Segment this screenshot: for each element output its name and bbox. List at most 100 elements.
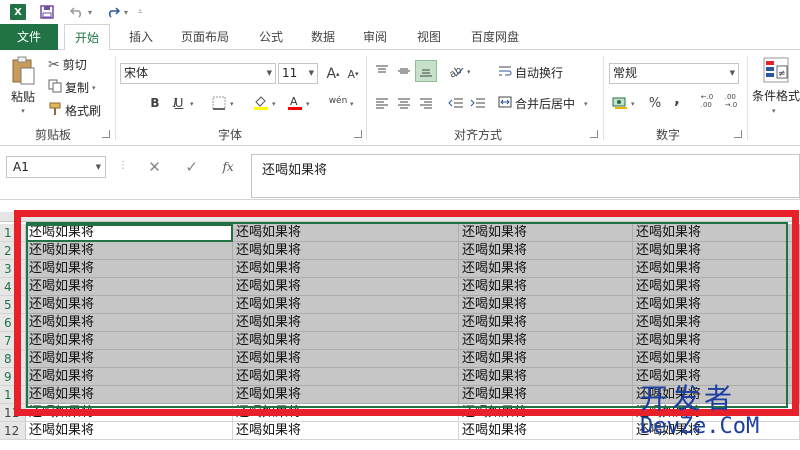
tab-review[interactable]: 审阅 <box>352 24 398 50</box>
sheet-cell[interactable]: 还喝如果将 <box>233 314 459 332</box>
undo-dropdown-icon[interactable]: ▾ <box>88 8 92 17</box>
sheet-cell[interactable]: 还喝如果将 <box>633 260 800 278</box>
tab-view[interactable]: 视图 <box>406 24 452 50</box>
save-icon[interactable] <box>38 3 56 21</box>
copy-button[interactable]: 复制 ▾ <box>48 79 96 96</box>
sheet-cell[interactable]: 还喝如果将 <box>633 278 800 296</box>
sheet-cell[interactable]: 还喝如果将 <box>459 422 633 440</box>
sheet-cell[interactable]: 还喝如果将 <box>233 296 459 314</box>
confirm-entry-icon[interactable]: ✓ <box>185 158 198 176</box>
orientation-dropdown-icon[interactable]: ▾ <box>467 68 471 76</box>
align-center-icon[interactable] <box>395 94 413 112</box>
worksheet-grid[interactable]: 1 还喝如果将 还喝如果将 还喝如果将 还喝如果将 2 还喝如果将 还喝如果将 还喝如果将 还喝如… <box>0 200 800 450</box>
cancel-entry-icon[interactable]: ✕ <box>148 158 161 176</box>
phonetic-dropdown-icon[interactable]: ▾ <box>350 100 354 108</box>
sheet-cell[interactable]: 还喝如果将 <box>26 242 233 260</box>
alignment-dialog-launcher-icon[interactable] <box>590 130 598 138</box>
sheet-cell[interactable]: 还喝如果将 <box>633 296 800 314</box>
sheet-cell[interactable]: 还喝如果将 <box>459 314 633 332</box>
sheet-cell[interactable]: 还喝如果将 <box>459 350 633 368</box>
borders-icon[interactable] <box>210 94 228 112</box>
formula-bar-grip-icon[interactable]: ⋮ <box>118 160 128 171</box>
sheet-cell[interactable]: 还喝如果将 <box>26 404 233 422</box>
sheet-cell[interactable]: 还喝如果将 <box>233 260 459 278</box>
sheet-cell[interactable]: 还喝如果将 <box>459 386 633 404</box>
select-all-corner[interactable] <box>0 212 26 222</box>
sheet-cell[interactable]: 还喝如果将 <box>26 386 233 404</box>
row-number[interactable]: 2 <box>0 242 26 260</box>
sheet-cell[interactable]: 还喝如果将 <box>26 368 233 386</box>
tab-file[interactable]: 文件 <box>0 24 58 50</box>
sheet-cell[interactable]: 还喝如果将 <box>633 386 800 404</box>
sheet-cell[interactable]: 还喝如果将 <box>233 386 459 404</box>
increase-indent-icon[interactable] <box>469 94 487 112</box>
conditional-formatting-dropdown-icon[interactable]: ▾ <box>772 107 776 115</box>
wrap-text-button[interactable]: 自动换行 <box>498 64 563 81</box>
sheet-cell[interactable]: 还喝如果将 <box>633 314 800 332</box>
fill-color-icon[interactable] <box>252 93 270 111</box>
bold-button[interactable]: B <box>146 94 164 112</box>
format-painter-button[interactable]: 格式刷 <box>48 102 101 119</box>
redo-dropdown-icon[interactable]: ▾ <box>124 8 128 17</box>
row-number[interactable]: 4 <box>0 278 26 296</box>
copy-dropdown-icon[interactable]: ▾ <box>92 84 96 92</box>
customize-qat-icon[interactable]: ⩡ <box>138 7 143 17</box>
row-number[interactable]: 7 <box>0 332 26 350</box>
accounting-dropdown-icon[interactable]: ▾ <box>631 100 635 108</box>
number-dialog-launcher-icon[interactable] <box>734 130 742 138</box>
sheet-cell[interactable]: 还喝如果将 <box>26 422 233 440</box>
name-box-dropdown-icon[interactable]: ▼ <box>96 157 101 177</box>
row-number[interactable]: 1 <box>0 386 26 404</box>
row-number[interactable]: 8 <box>0 350 26 368</box>
sheet-cell[interactable]: 还喝如果将 <box>459 296 633 314</box>
sheet-cell[interactable]: 还喝如果将 <box>26 278 233 296</box>
percent-style-button[interactable]: % <box>646 94 664 112</box>
tab-data[interactable]: 数据 <box>300 24 346 50</box>
sheet-cell[interactable]: 还喝如果将 <box>233 278 459 296</box>
align-top-icon[interactable] <box>373 62 391 80</box>
row-number[interactable]: 12 <box>0 422 26 440</box>
sheet-cell[interactable]: 还喝如果将 <box>233 350 459 368</box>
sheet-cell[interactable]: 还喝如果将 <box>233 404 459 422</box>
fill-color-dropdown-icon[interactable]: ▾ <box>272 100 276 108</box>
sheet-cell[interactable]: 还喝如果将 <box>459 260 633 278</box>
comma-style-button[interactable]: , <box>668 90 686 108</box>
merge-center-dropdown-icon[interactable]: ▾ <box>584 100 588 108</box>
sheet-cell[interactable]: 还喝如果将 <box>233 332 459 350</box>
row-number[interactable]: 11 <box>0 404 26 422</box>
row-number[interactable]: 5 <box>0 296 26 314</box>
sheet-cell[interactable]: 还喝如果将 <box>26 296 233 314</box>
align-left-icon[interactable] <box>373 94 391 112</box>
sheet-cell[interactable]: 还喝如果将 <box>26 314 233 332</box>
font-name-select[interactable]: 宋体 ▼ <box>120 63 276 84</box>
name-box[interactable]: A1 ▼ <box>6 156 106 178</box>
align-bottom-icon[interactable] <box>415 60 437 82</box>
phonetic-guide-button[interactable]: wén <box>326 92 350 110</box>
font-color-dropdown-icon[interactable]: ▾ <box>306 100 310 108</box>
accounting-format-icon[interactable] <box>611 94 629 112</box>
shrink-font-icon[interactable]: A ▾ <box>344 65 362 83</box>
sheet-cell[interactable]: 还喝如果将 <box>633 224 800 242</box>
paste-dropdown-icon[interactable]: ▾ <box>21 107 25 115</box>
merge-center-button[interactable]: 合并后居中 ▾ <box>498 95 588 112</box>
sheet-cell[interactable]: 还喝如果将 <box>233 242 459 260</box>
number-format-dropdown-icon[interactable]: ▼ <box>730 64 735 83</box>
undo-icon[interactable] <box>68 3 86 21</box>
tab-baidu-netdisk[interactable]: 百度网盘 <box>462 24 528 50</box>
sheet-cell[interactable]: 还喝如果将 <box>459 278 633 296</box>
decrease-indent-icon[interactable] <box>447 94 465 112</box>
formula-input[interactable]: 还喝如果将 <box>251 154 800 198</box>
sheet-cell[interactable]: 还喝如果将 <box>633 332 800 350</box>
number-format-select[interactable]: 常规 ▼ <box>609 63 739 84</box>
sheet-cell[interactable]: 还喝如果将 <box>633 242 800 260</box>
font-name-dropdown-icon[interactable]: ▼ <box>267 64 272 83</box>
tab-home[interactable]: 开始 <box>64 24 110 51</box>
sheet-cell[interactable]: 还喝如果将 <box>233 422 459 440</box>
clipboard-dialog-launcher-icon[interactable] <box>102 130 110 138</box>
decrease-decimal-button[interactable]: .00 →.0 <box>720 92 742 110</box>
row-number[interactable]: 9 <box>0 368 26 386</box>
underline-button[interactable]: U <box>170 94 188 112</box>
sheet-cell[interactable]: 还喝如果将 <box>26 260 233 278</box>
redo-icon[interactable] <box>104 3 122 21</box>
tab-page-layout[interactable]: 页面布局 <box>172 24 238 50</box>
